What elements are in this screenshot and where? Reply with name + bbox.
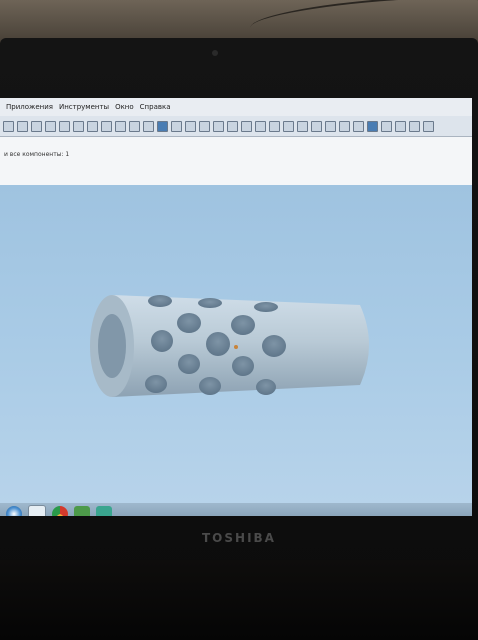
toolbar-button[interactable] <box>17 120 28 132</box>
taskbar <box>0 503 472 516</box>
monitor-brand: TOSHIBA <box>202 531 276 545</box>
toolbar-button[interactable] <box>45 120 56 132</box>
toolbar-button-active[interactable] <box>157 120 168 132</box>
toolbar-button[interactable] <box>59 120 70 132</box>
toolbar <box>0 116 472 137</box>
monitor-screen: Приложения Инструменты Окно Справка и вс… <box>0 98 472 516</box>
toolbar-button[interactable] <box>409 120 420 132</box>
menu-bar: Приложения Инструменты Окно Справка <box>0 98 472 116</box>
3d-viewport[interactable] <box>0 185 472 503</box>
windows-start-icon[interactable] <box>6 506 22 516</box>
desk-surface <box>0 560 478 640</box>
toolbar-button[interactable] <box>353 120 364 132</box>
toolbar-button[interactable] <box>3 120 14 132</box>
toolbar-button[interactable] <box>241 120 252 132</box>
toolbar-button[interactable] <box>129 120 140 132</box>
components-count-text: и все компоненты: 1 <box>4 151 70 158</box>
toolbar-button[interactable] <box>227 120 238 132</box>
toolbar-button[interactable] <box>199 120 210 132</box>
puzzle-icon[interactable] <box>74 506 90 516</box>
menu-item-window[interactable]: Окно <box>115 103 134 111</box>
toolbar-button[interactable] <box>269 120 280 132</box>
toolbar-button[interactable] <box>297 120 308 132</box>
media-icon[interactable] <box>28 505 46 516</box>
toolbar-button[interactable] <box>213 120 224 132</box>
webcam <box>212 50 218 56</box>
toolbar-button[interactable] <box>339 120 350 132</box>
app-icon[interactable] <box>96 506 112 516</box>
toolbar-button[interactable] <box>87 120 98 132</box>
toolbar-button[interactable] <box>381 120 392 132</box>
chrome-icon[interactable] <box>52 506 68 516</box>
toolbar-button[interactable] <box>185 120 196 132</box>
toolbar-button[interactable] <box>283 120 294 132</box>
properties-panel: и все компоненты: 1 <box>0 137 472 185</box>
menu-item-apps[interactable]: Приложения <box>6 103 53 111</box>
toolbar-button[interactable] <box>255 120 266 132</box>
bore-icon <box>98 314 126 378</box>
part-model <box>90 295 369 397</box>
toolbar-button[interactable] <box>31 120 42 132</box>
toolbar-button[interactable] <box>115 120 126 132</box>
toolbar-button[interactable] <box>311 120 322 132</box>
toolbar-button[interactable] <box>101 120 112 132</box>
menu-item-tools[interactable]: Инструменты <box>59 103 109 111</box>
toolbar-button-active[interactable] <box>367 120 378 132</box>
toolbar-button[interactable] <box>171 120 182 132</box>
toolbar-button[interactable] <box>325 120 336 132</box>
origin-marker <box>234 345 238 349</box>
toolbar-button[interactable] <box>423 120 434 132</box>
toolbar-button[interactable] <box>73 120 84 132</box>
menu-item-help[interactable]: Справка <box>140 103 171 111</box>
toolbar-button[interactable] <box>395 120 406 132</box>
toolbar-button[interactable] <box>143 120 154 132</box>
